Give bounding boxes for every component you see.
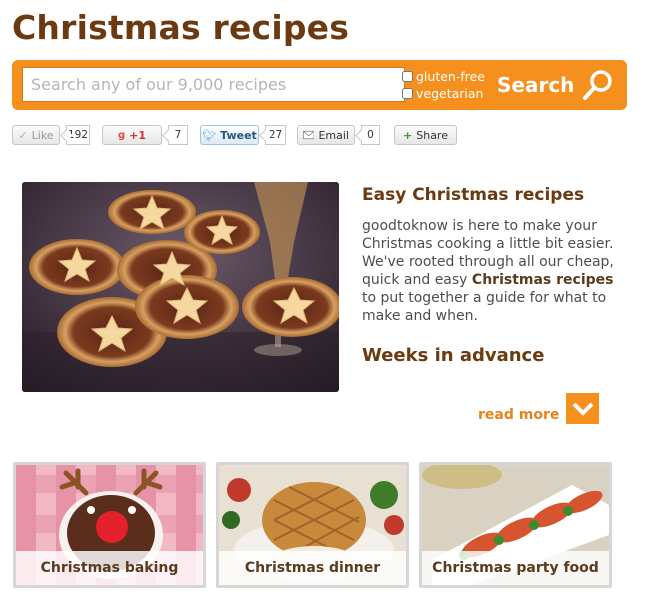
envelope-icon xyxy=(303,130,315,140)
vegetarian-filter[interactable]: vegetarian xyxy=(402,86,483,101)
search-input[interactable] xyxy=(22,67,405,102)
mince-pies-photo xyxy=(22,182,339,392)
gplus-count: 7 xyxy=(168,125,188,145)
card-christmas-baking[interactable]: Christmas baking xyxy=(13,462,206,588)
vegetarian-label: vegetarian xyxy=(416,86,484,101)
hero-description: goodtoknow is here to make your Christma… xyxy=(362,217,622,325)
search-button[interactable]: Search xyxy=(497,66,619,104)
chevron-down-icon xyxy=(572,402,593,416)
hero-title: Easy Christmas recipes xyxy=(362,185,585,205)
email-label: Email xyxy=(318,128,349,142)
gluten-free-label: gluten-free xyxy=(416,69,486,84)
share-label: Share xyxy=(416,128,448,142)
christmas-recipes-link[interactable]: Christmas recipes xyxy=(472,272,614,288)
search-icon xyxy=(583,70,613,100)
email-count: 0 xyxy=(361,125,380,145)
gluten-free-filter[interactable]: gluten-free xyxy=(402,69,485,84)
share-widget: + Share xyxy=(394,124,457,146)
gplus-widget: g +1 7 xyxy=(102,124,188,146)
tweet-label: Tweet xyxy=(220,128,257,142)
card-label: Christmas dinner xyxy=(219,551,406,585)
hero-subheading: Weeks in advance xyxy=(362,345,545,366)
card-label: Christmas baking xyxy=(16,551,203,585)
search-bar: gluten-free vegetarian Search xyxy=(12,60,627,110)
plus-icon: + xyxy=(403,128,413,142)
like-label: Like xyxy=(31,128,54,142)
twitter-bird-icon: 🐦︎ xyxy=(202,128,217,142)
gplus-label: +1 xyxy=(129,128,147,142)
vegetarian-checkbox[interactable] xyxy=(402,88,413,99)
like-button[interactable]: ✓ Like xyxy=(12,125,60,145)
like-count: 192 xyxy=(66,125,90,145)
card-christmas-party-food[interactable]: Christmas party food xyxy=(419,462,612,588)
share-button[interactable]: + Share xyxy=(394,125,457,145)
card-label: Christmas party food xyxy=(422,551,609,585)
check-icon: ✓ xyxy=(18,128,28,142)
search-button-label: Search xyxy=(497,73,575,97)
tweet-widget: 🐦︎ Tweet 27 xyxy=(200,124,286,146)
email-widget: Email 0 xyxy=(297,124,380,146)
tweet-button[interactable]: 🐦︎ Tweet xyxy=(200,125,259,145)
hero-text-after: to put together a guide for what to make… xyxy=(362,290,607,324)
card-christmas-dinner[interactable]: Christmas dinner xyxy=(216,462,409,588)
read-more-link[interactable]: read more xyxy=(478,407,559,423)
gplus-button[interactable]: g +1 xyxy=(102,125,162,145)
like-widget: ✓ Like 192 xyxy=(12,124,90,146)
google-plus-icon: g xyxy=(117,129,126,141)
tweet-count: 27 xyxy=(265,125,286,145)
read-more-button[interactable] xyxy=(566,393,599,424)
gluten-free-checkbox[interactable] xyxy=(402,71,413,82)
hero-mince-pies-image[interactable] xyxy=(22,182,339,392)
email-button[interactable]: Email xyxy=(297,125,355,145)
page-title: Christmas recipes xyxy=(12,8,350,47)
